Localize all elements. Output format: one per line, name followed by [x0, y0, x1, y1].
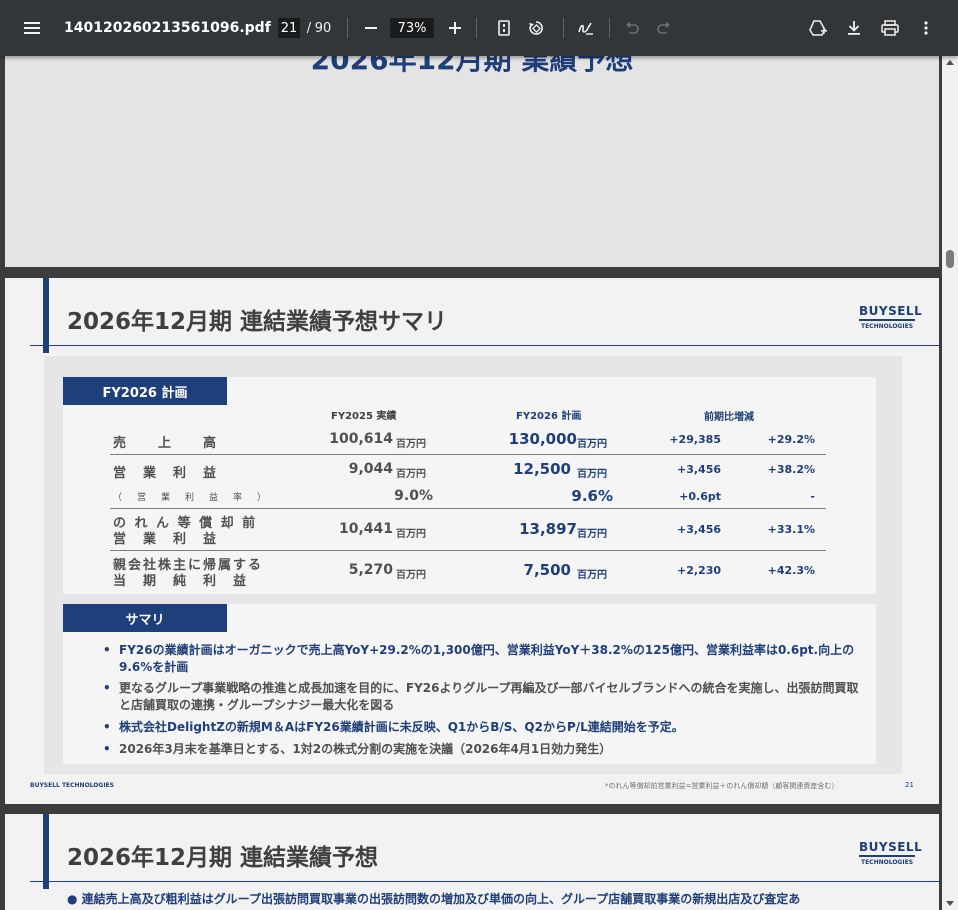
page-separator: /	[306, 20, 312, 36]
diff-absolute: +3,456	[676, 463, 721, 476]
vertical-scrollbar[interactable]	[942, 56, 958, 910]
table-row-divider	[110, 454, 826, 455]
zoom-out-icon[interactable]	[355, 0, 387, 56]
fy25-unit: 百万円	[396, 439, 426, 450]
diff-absolute: +3,456	[676, 523, 721, 536]
undo-icon[interactable]	[616, 0, 648, 56]
logo-text: BUYSELL	[859, 840, 922, 857]
fy25-unit: 百万円	[396, 469, 426, 480]
plan-tab-label: FY2026 計画	[63, 377, 227, 405]
logo-subtext: TECHNOLOGIES	[860, 859, 914, 866]
bullet-dot: •	[103, 742, 111, 756]
more-icon[interactable]	[910, 0, 942, 56]
pdf-viewer[interactable]: 2026年12月期 業績予想 2026年12月期 連結業績予想サマリ BUYSE…	[0, 56, 942, 910]
footer-brand: BUYSELL TECHNOLOGIES	[30, 782, 114, 789]
column-header-fy25: FY2025 実績	[331, 411, 397, 422]
summary-tab-label: サマリ	[63, 604, 227, 632]
logo-subtext: TECHNOLOGIES	[860, 323, 914, 330]
bullet-text: ● 連結売上高及び粗利益はグループ出張訪問買取事業の出張訪問数の増加及び単価の向…	[67, 890, 927, 907]
redo-icon[interactable]	[648, 0, 680, 56]
zoom-level-input[interactable]: 73%	[390, 18, 434, 38]
row-label-pre-amortization-line2: 営 業 利 益	[113, 532, 219, 547]
diff-absolute: +29,385	[669, 433, 721, 446]
table-row-divider	[110, 550, 826, 551]
fy26-value: 130,000	[508, 430, 577, 448]
title-accent-bar	[43, 278, 49, 353]
total-pages: 90	[314, 20, 332, 36]
fy26-unit: 百万円	[577, 439, 607, 450]
slide-title: 2026年12月期 連結業績予想サマリ	[67, 309, 448, 335]
diff-percent: -	[810, 490, 815, 503]
fy25-value: 9.0%	[394, 488, 433, 504]
toolbar-divider	[563, 18, 564, 38]
fy26-value: 9.6%	[571, 487, 613, 505]
menu-icon[interactable]	[16, 0, 48, 56]
row-label-net-income-line2: 当 期 純 利 益	[113, 574, 249, 589]
toolbar-divider	[476, 18, 477, 38]
pdf-page-next: 2026年12月期 連結業績予想 BUYSELL TECHNOLOGIES ● …	[5, 814, 939, 910]
row-label-operating-margin: （ 営 業 利 益 率 ）	[113, 493, 270, 503]
pdf-page-previous: 2026年12月期 業績予想	[5, 56, 939, 267]
bullet-content: 連結売上高及び粗利益はグループ出張訪問買取事業の出張訪問数の増加及び単価の向上、…	[81, 892, 801, 906]
title-divider	[30, 345, 939, 346]
zoom-in-icon[interactable]	[439, 0, 471, 56]
bullet-text: FY26の業績計画はオーガニックで売上高YoY+29.2%の1,300億円、営業…	[119, 643, 855, 674]
print-icon[interactable]	[874, 0, 906, 56]
fy26-unit: 百万円	[577, 529, 607, 540]
company-logo: BUYSELL TECHNOLOGIES	[859, 840, 922, 866]
row-label-sales: 売 上 高	[113, 436, 219, 451]
bullet-dot: •	[103, 681, 111, 695]
column-header-diff: 前期比増減	[704, 412, 754, 423]
fy26-unit: 百万円	[577, 570, 607, 581]
drive-add-icon[interactable]	[802, 0, 834, 56]
diff-percent: +29.2%	[767, 433, 815, 446]
pdf-page-current: 2026年12月期 連結業績予想サマリ BUYSELL TECHNOLOGIES…	[5, 278, 939, 804]
diff-absolute: +2,230	[676, 564, 721, 577]
logo-text: BUYSELL	[859, 304, 922, 321]
scroll-down-icon[interactable]	[946, 901, 954, 906]
row-label-operating-profit: 営 業 利 益	[113, 466, 219, 481]
diff-percent: +33.1%	[767, 523, 815, 536]
diff-percent: +42.3%	[767, 564, 815, 577]
table-row-divider	[110, 508, 826, 509]
document-title: 140120260213561096.pdf	[64, 20, 271, 36]
scroll-thumb[interactable]	[946, 250, 954, 268]
fy25-value: 9,044	[348, 461, 393, 477]
fy25-value: 100,614	[329, 431, 393, 447]
slide-page-number: 21	[905, 781, 914, 789]
scroll-up-icon[interactable]	[946, 60, 954, 65]
pdf-toolbar: 140120260213561096.pdf 21 / 90 73%	[0, 0, 958, 56]
title-divider	[30, 881, 939, 882]
fy26-value: 12,500	[513, 460, 571, 478]
download-icon[interactable]	[838, 0, 870, 56]
page-number-input[interactable]: 21	[278, 18, 300, 38]
title-accent-bar	[43, 814, 49, 889]
footnote: *のれん等償却前営業利益=営業利益＋のれん償却額（顧客関連資産含む）	[605, 782, 839, 790]
bullet-dot: •	[103, 643, 111, 657]
fy25-unit: 百万円	[396, 529, 426, 540]
fy25-unit: 百万円	[396, 570, 426, 581]
bullet-dot: •	[103, 720, 111, 734]
company-logo: BUYSELL TECHNOLOGIES	[859, 304, 922, 330]
bullet-dot: ●	[67, 892, 82, 906]
bullet-text: 株式会社DelightZの新規M＆AはFY26業績計画に未反映、Q1からB/S、…	[119, 720, 684, 734]
diff-absolute: +0.6pt	[679, 490, 721, 503]
rotate-icon[interactable]	[520, 0, 552, 56]
draw-icon[interactable]	[570, 0, 602, 56]
bullet-text: 2026年3月末を基準日とする、1対2の株式分割の実施を決議（2026年4月1日…	[119, 742, 612, 756]
toolbar-divider	[609, 18, 610, 38]
fy26-value: 7,500	[523, 561, 571, 579]
page-title: 2026年12月期 業績予想	[310, 56, 634, 76]
slide-title: 2026年12月期 連結業績予想	[67, 845, 379, 871]
bullet-text: 更なるグループ事業戦略の推進と成長加速を目的に、FY26よりグループ再編及び一部…	[119, 681, 859, 712]
column-header-fy26: FY2026 計画	[516, 411, 582, 422]
toolbar-divider	[347, 18, 348, 38]
fy26-value: 13,897	[519, 520, 577, 538]
fy25-value: 10,441	[338, 521, 393, 537]
fy25-value: 5,270	[348, 562, 393, 578]
diff-percent: +38.2%	[767, 463, 815, 476]
fy26-unit: 百万円	[577, 469, 607, 480]
fit-page-icon[interactable]	[488, 0, 520, 56]
